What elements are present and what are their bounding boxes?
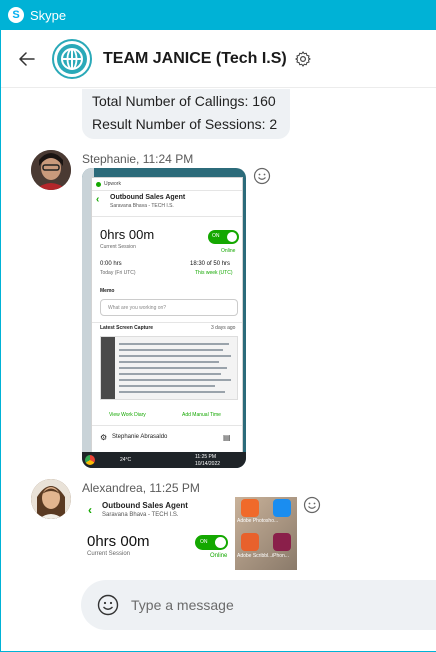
photoshop-app-icon <box>241 499 259 517</box>
image-attachment[interactable]: ‹ Outbound Sales Agent Saravana Bhava - … <box>82 497 297 570</box>
session-label: Current Session <box>100 244 136 250</box>
window-titlebar: S Skype <box>0 0 436 30</box>
gear-icon: ⚙ <box>100 433 108 442</box>
iphone-app-icon <box>273 533 291 551</box>
tracking-toggle: ON <box>208 230 239 244</box>
divider <box>92 322 242 323</box>
message-text-line: Result Number of Sessions: 2 <box>92 116 278 132</box>
avatar[interactable] <box>31 150 71 190</box>
scribbl-app-icon <box>241 533 259 551</box>
person-photo-icon <box>31 150 71 190</box>
conversation-header: TEAM JANICE (Tech I.S) <box>1 30 436 88</box>
divider <box>92 216 242 217</box>
company-name: Saravana Bhava - TECH I.S. <box>102 512 179 518</box>
skype-logo-icon: S <box>8 7 24 23</box>
group-avatar[interactable] <box>52 38 92 79</box>
arrow-left-icon <box>19 51 35 66</box>
gear-icon <box>295 50 311 67</box>
company-name: Saravana Bhava - TECH I.S. <box>110 203 174 209</box>
view-work-diary-link: View Work Diary <box>109 412 146 418</box>
group-name[interactable]: TEAM JANICE (Tech I.S) <box>103 50 287 68</box>
upwork-app-name: Upwork <box>104 181 121 187</box>
desktop-app-label: iPhon... <box>272 553 289 559</box>
job-title: Outbound Sales Agent <box>102 501 188 510</box>
app-icon <box>273 499 291 517</box>
message-text-line: Total Number of Callings: 160 <box>92 93 276 109</box>
message-input[interactable] <box>131 597 411 613</box>
message-bubble[interactable]: Total Number of Callings: 160 Result Num… <box>82 89 290 139</box>
desktop-background: Adobe Photosho... Adobe Scribbl... iPhon… <box>235 497 297 570</box>
desktop-app-label: Adobe Photosho... <box>237 518 279 524</box>
group-settings-button[interactable] <box>293 49 313 69</box>
add-manual-time-link: Add Manual Time <box>182 412 221 418</box>
memo-field: What are you working on? <box>100 299 238 316</box>
back-button[interactable] <box>16 48 38 70</box>
app-title: Skype <box>30 7 67 23</box>
message-sender-time: Stephanie, 11:24 PM <box>82 152 194 166</box>
taskbar-time: 11:25 PM <box>195 454 217 460</box>
person-photo-icon <box>31 479 71 519</box>
memo-label: Memo <box>100 288 115 294</box>
emoji-icon[interactable] <box>97 594 119 616</box>
smiley-react-icon[interactable] <box>303 496 321 514</box>
weather-temperature: 24°C <box>120 457 132 463</box>
divider <box>92 190 242 191</box>
status-label: Online <box>210 553 228 559</box>
message-composer <box>81 580 436 630</box>
toggle-knob <box>227 232 237 242</box>
avatar[interactable] <box>31 479 71 519</box>
upwork-user-name: Stephanie Abrasaldo <box>112 434 168 440</box>
chevron-left-icon: ‹ <box>88 503 92 517</box>
taskbar-date: 10/14/2022 <box>195 461 221 467</box>
chrome-icon <box>85 455 95 465</box>
status-label: Online <box>221 248 236 254</box>
week-label: This week (UTC) <box>195 270 233 276</box>
smiley-react-icon[interactable] <box>253 167 271 185</box>
globe-icon <box>57 43 87 74</box>
windows-taskbar: 24°C 11:25 PM 10/14/2022 <box>82 452 246 468</box>
upwork-window: Upwork ‹ Outbound Sales Agent Saravana B… <box>91 177 243 454</box>
job-title: Outbound Sales Agent <box>110 194 186 201</box>
image-attachment[interactable]: Upwork ‹ Outbound Sales Agent Saravana B… <box>82 168 246 468</box>
today-hours: 0:00 hrs <box>100 261 122 267</box>
tracking-toggle: ON <box>195 535 228 550</box>
divider <box>92 425 242 426</box>
session-hours: 0hrs 00m <box>87 533 150 550</box>
session-label: Current Session <box>87 551 131 557</box>
toggle-label: ON <box>200 539 208 545</box>
chat-icon: ▤ <box>223 433 231 442</box>
upwork-logo-icon <box>96 181 101 187</box>
toggle-knob <box>215 537 226 548</box>
desktop-app-label: Adobe Scribbl... <box>237 553 273 559</box>
screen-capture-thumbnail <box>100 336 238 400</box>
capture-label: Latest Screen Capture <box>100 325 154 331</box>
chat-history[interactable]: Total Number of Callings: 160 Result Num… <box>1 89 436 651</box>
capture-age: 3 days ago <box>211 325 236 331</box>
upwork-titlebar: Upwork <box>92 178 242 190</box>
week-hours: 18:30 of 50 hrs <box>190 261 231 267</box>
today-label: Today (Fri UTC) <box>100 270 136 276</box>
message-sender-time: Alexandrea, 11:25 PM <box>82 481 200 495</box>
chevron-left-icon: ‹ <box>96 194 100 205</box>
toggle-label: ON <box>212 233 220 239</box>
session-hours: 0hrs 00m <box>100 227 155 242</box>
